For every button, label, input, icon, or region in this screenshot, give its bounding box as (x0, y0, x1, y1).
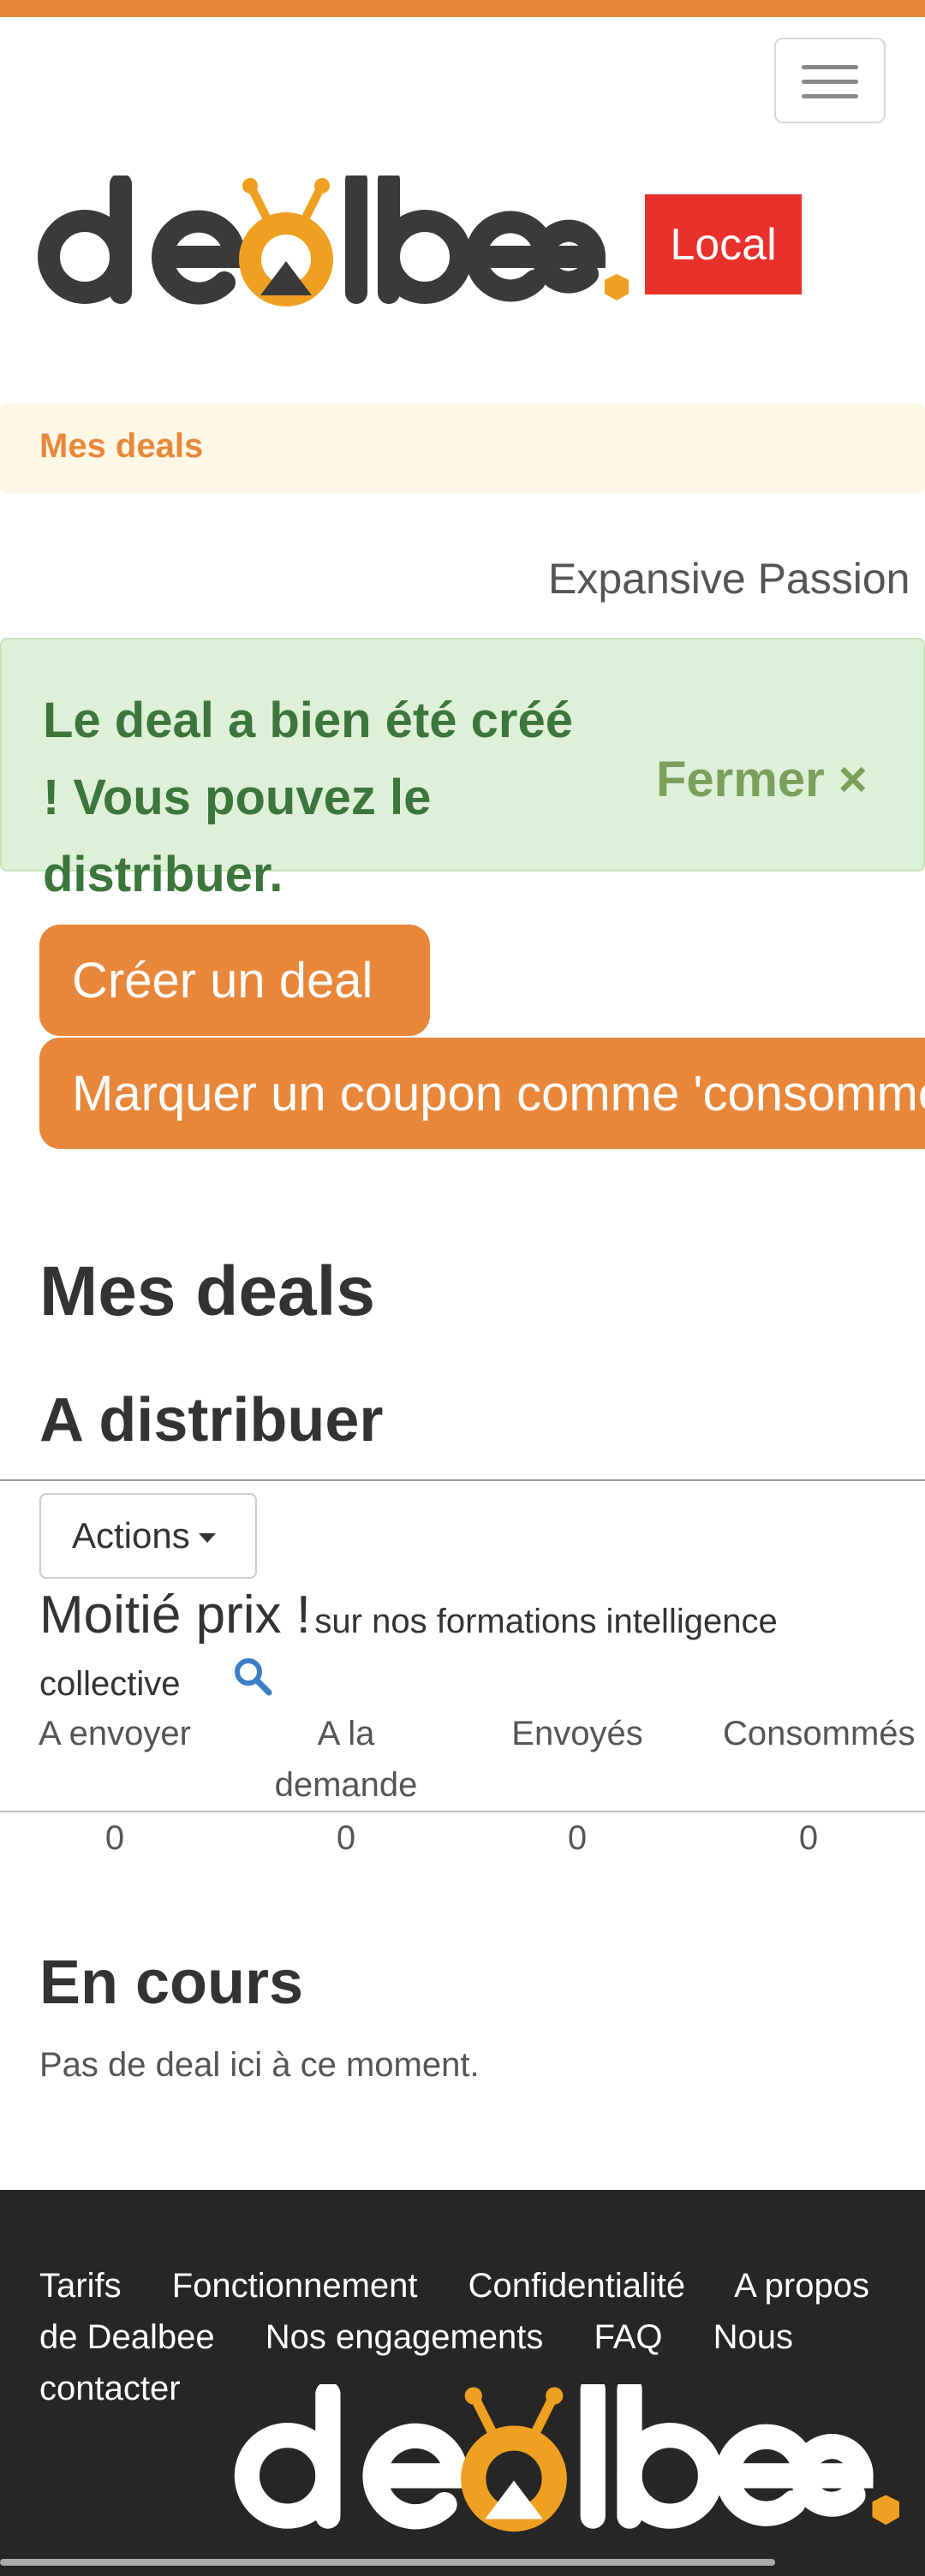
section-title-current: En cours (39, 1948, 304, 2017)
footer-link-confidentialite[interactable]: Confidentialité (468, 2267, 686, 2305)
dealbee-logo[interactable] (38, 176, 637, 312)
empty-state-text: Pas de deal ici à ce moment. (39, 2046, 480, 2084)
footer-link-tarifs[interactable]: Tarifs (39, 2267, 122, 2305)
deal-heading: Moitié prix ! sur nos formations intelli… (39, 1588, 896, 1719)
footer-dealbee-logo[interactable] (218, 2384, 925, 2538)
table-cell: 0 (336, 1819, 356, 1857)
section-title-distribute: A distribuer (39, 1386, 384, 1455)
table-cell: 0 (104, 1819, 125, 1857)
table-header: Envoyés (511, 1715, 643, 1752)
table-cell: 0 (567, 1819, 588, 1857)
breadcrumb-item[interactable]: Mes deals (39, 427, 203, 466)
search-icon[interactable] (233, 1657, 272, 1696)
hamburger-icon-line (802, 80, 858, 84)
success-alert: Le deal a bien été créé ! Vous pouvez le… (0, 638, 925, 902)
mark-coupon-consumed-button[interactable]: Marquer un coupon comme 'consommé' (39, 1038, 925, 1149)
table-header: A envoyer (39, 1715, 191, 1752)
actions-dropdown-button[interactable]: Actions (39, 1493, 257, 1579)
horizontal-scrollbar[interactable] (0, 2559, 775, 2566)
local-badge: Local (645, 194, 802, 294)
table-header: A la demande (274, 1715, 418, 1804)
footer-link-engagements[interactable]: Nos engagements (266, 2318, 544, 2356)
deal-title: Moitié prix ! (39, 1585, 311, 1645)
table-header: Consommés (723, 1715, 916, 1752)
footer-link-faq[interactable]: FAQ (594, 2318, 663, 2356)
alert-message: Le deal a bien été créé ! Vous pouvez le… (43, 693, 573, 902)
hamburger-icon (802, 65, 858, 69)
caret-down-icon (198, 1532, 216, 1543)
divider (0, 1479, 925, 1481)
close-alert-button[interactable]: Fermer × (656, 751, 868, 808)
menu-toggle-button[interactable] (774, 38, 886, 123)
top-accent-bar (0, 0, 925, 17)
table-divider (0, 1811, 925, 1812)
table-cell: 0 (798, 1819, 819, 1857)
page-title: Mes deals (39, 1252, 375, 1330)
actions-label: Actions (72, 1515, 190, 1556)
user-name[interactable]: Expansive Passion (548, 554, 910, 604)
create-deal-button[interactable]: Créer un deal (39, 925, 430, 1036)
hamburger-icon-line (802, 94, 858, 98)
footer-link-fonctionnement[interactable]: Fonctionnement (172, 2267, 418, 2305)
breadcrumb: Mes deals (0, 403, 925, 493)
